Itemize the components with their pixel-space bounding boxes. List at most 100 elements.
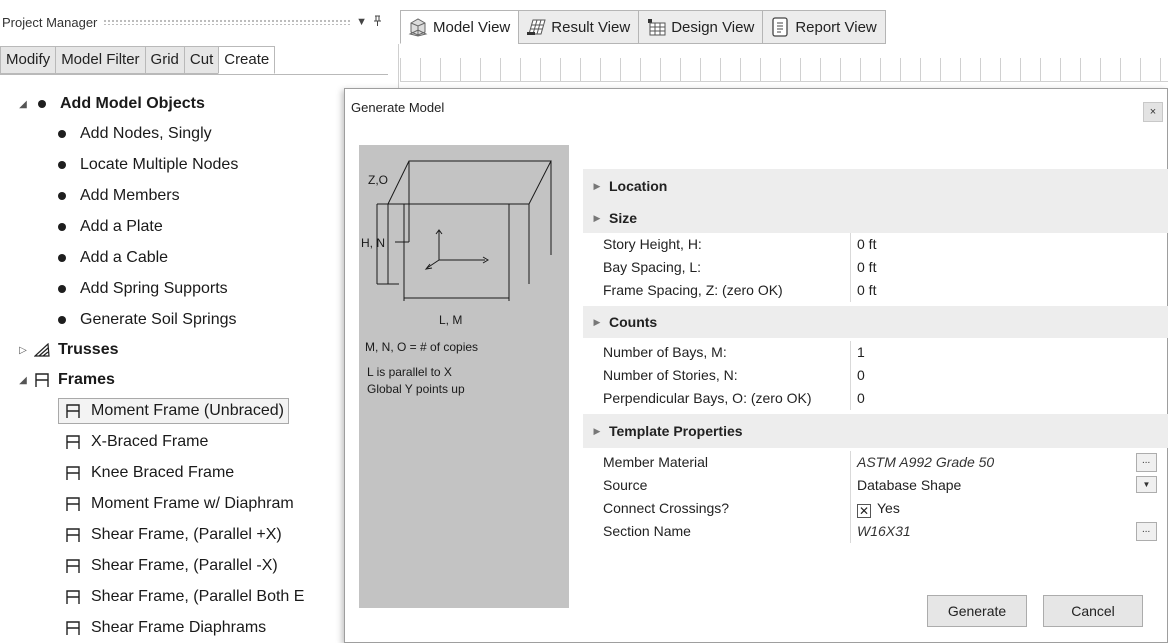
tab-result-view[interactable]: Result View bbox=[518, 10, 640, 44]
tree-item-x-braced-frame[interactable]: X-Braced Frame bbox=[59, 429, 208, 455]
view-ruler bbox=[400, 58, 1168, 82]
chevron-down-icon[interactable]: ▼ bbox=[1136, 476, 1157, 493]
section-template-properties[interactable]: ▶ Template Properties bbox=[583, 414, 1168, 448]
tab-label: Design View bbox=[671, 18, 755, 36]
number-of-bays-field[interactable]: 1 bbox=[851, 341, 1168, 364]
label-hn: H, N bbox=[361, 236, 385, 250]
source-select[interactable]: Database Shape ▼ bbox=[851, 474, 1168, 497]
prop-perpendicular-bays[interactable]: Perpendicular Bays, O: (zero OK) 0 bbox=[583, 387, 1168, 410]
prop-source[interactable]: Source Database Shape ▼ bbox=[583, 474, 1168, 497]
project-manager-tabs: Modify Model Filter Grid Cut Create bbox=[0, 46, 276, 74]
frame-icon bbox=[63, 526, 83, 544]
tree-item-add-members[interactable]: Add Members bbox=[52, 183, 180, 209]
bay-spacing-field[interactable]: 0 ft bbox=[851, 256, 1168, 279]
tree-group-label: Add Model Objects bbox=[60, 95, 205, 112]
collapse-arrow-icon[interactable]: ◢ bbox=[16, 99, 30, 110]
design-view-icon bbox=[645, 17, 667, 37]
generate-model-dialog: Generate Model × Z,O H, N L, M M, N, O =… bbox=[344, 88, 1168, 643]
tree-group-trusses[interactable]: ▷ Trusses bbox=[16, 337, 118, 363]
prop-bay-spacing[interactable]: Bay Spacing, L: 0 ft bbox=[583, 256, 1168, 279]
prop-frame-spacing[interactable]: Frame Spacing, Z: (zero OK) 0 ft bbox=[583, 279, 1168, 302]
tree-item-shear-frame-diaphrams[interactable]: Shear Frame Diaphrams bbox=[59, 615, 266, 641]
tab-cut[interactable]: Cut bbox=[183, 46, 220, 74]
section-name-field[interactable]: W16X31 ... bbox=[851, 520, 1168, 543]
expand-arrow-icon[interactable]: ▷ bbox=[16, 345, 30, 356]
tree-item-moment-frame-unbraced[interactable]: Moment Frame (Unbraced) bbox=[58, 398, 289, 424]
tree-item-shear-frame-parallel-plus-x[interactable]: Shear Frame, (Parallel +X) bbox=[59, 522, 282, 548]
tree-group-label: Frames bbox=[58, 371, 115, 388]
generate-button[interactable]: Generate bbox=[927, 595, 1027, 627]
prop-number-of-bays[interactable]: Number of Bays, M: 1 bbox=[583, 341, 1168, 364]
drag-grip[interactable] bbox=[103, 19, 351, 25]
label-lm: L, M bbox=[439, 313, 463, 327]
tree-item-label: Locate Multiple Nodes bbox=[80, 156, 239, 173]
tree-item-locate-multiple-nodes[interactable]: Locate Multiple Nodes bbox=[52, 152, 238, 178]
expand-arrow-icon[interactable]: ▶ bbox=[585, 181, 609, 192]
bullet-icon bbox=[38, 100, 46, 108]
tree-item-generate-soil-springs[interactable]: Generate Soil Springs bbox=[52, 307, 237, 333]
source-value: Database Shape bbox=[857, 477, 962, 493]
tab-modify[interactable]: Modify bbox=[0, 46, 57, 74]
story-height-field[interactable]: 0 ft bbox=[851, 233, 1168, 256]
tree-item-add-spring-supports[interactable]: Add Spring Supports bbox=[52, 276, 228, 302]
browse-material-button[interactable]: ... bbox=[1136, 453, 1157, 472]
frame-spacing-field[interactable]: 0 ft bbox=[851, 279, 1168, 302]
tab-model-view[interactable]: Model View bbox=[400, 10, 520, 44]
frame-icon bbox=[63, 433, 83, 451]
checkbox-label: Yes bbox=[877, 500, 900, 516]
prop-label: Perpendicular Bays, O: (zero OK) bbox=[583, 387, 851, 410]
diagram-note-parallel: L is parallel to X bbox=[367, 365, 452, 379]
section-counts[interactable]: ▶ Counts bbox=[583, 306, 1168, 338]
connect-crossings-checkbox[interactable]: ✕ bbox=[857, 504, 871, 518]
close-button[interactable]: × bbox=[1143, 102, 1163, 122]
tab-design-view[interactable]: Design View bbox=[638, 10, 764, 44]
collapse-arrow-icon[interactable]: ◢ bbox=[16, 375, 30, 386]
tree-item-label: Add a Cable bbox=[80, 249, 169, 266]
prop-label: Section Name bbox=[583, 520, 851, 543]
tree-item-label: Shear Frame, (Parallel -X) bbox=[91, 557, 278, 574]
tree-item-add-a-cable[interactable]: Add a Cable bbox=[52, 245, 168, 271]
tree-group-frames[interactable]: ◢ Frames bbox=[16, 367, 115, 393]
tree-group-add-model-objects[interactable]: ◢ Add Model Objects bbox=[16, 91, 205, 117]
prop-label: Number of Bays, M: bbox=[583, 341, 851, 364]
panel-dropdown-icon[interactable]: ▼ bbox=[356, 16, 367, 28]
tree-item-knee-braced-frame[interactable]: Knee Braced Frame bbox=[59, 460, 234, 486]
tree-item-add-a-plate[interactable]: Add a Plate bbox=[52, 214, 163, 240]
browse-section-button[interactable]: ... bbox=[1136, 522, 1157, 541]
pin-icon[interactable] bbox=[373, 15, 382, 30]
frame-icon bbox=[63, 402, 83, 420]
tab-model-filter[interactable]: Model Filter bbox=[55, 46, 146, 74]
prop-number-of-stories[interactable]: Number of Stories, N: 0 bbox=[583, 364, 1168, 387]
connect-crossings-field[interactable]: ✕ Yes bbox=[851, 497, 1168, 520]
project-manager-panel: Project Manager ▼ Modify Model Filter Gr… bbox=[0, 0, 388, 643]
section-size[interactable]: ▶ Size bbox=[583, 203, 1168, 233]
bullet-icon bbox=[58, 161, 66, 169]
cancel-button[interactable]: Cancel bbox=[1043, 595, 1143, 627]
tree-item-add-nodes-singly[interactable]: Add Nodes, Singly bbox=[52, 121, 212, 147]
tree-item-shear-frame-parallel-minus-x[interactable]: Shear Frame, (Parallel -X) bbox=[59, 553, 278, 579]
property-grid: ▶ Location ▶ Size Story Height, H: 0 ft … bbox=[583, 169, 1168, 543]
expand-arrow-icon[interactable]: ▶ bbox=[585, 317, 609, 328]
prop-member-material[interactable]: Member Material ASTM A992 Grade 50 ... bbox=[583, 451, 1168, 474]
model-view-icon bbox=[407, 17, 429, 37]
prop-story-height[interactable]: Story Height, H: 0 ft bbox=[583, 233, 1168, 256]
section-location[interactable]: ▶ Location bbox=[583, 169, 1168, 203]
prop-section-name[interactable]: Section Name W16X31 ... bbox=[583, 520, 1168, 543]
tab-grid[interactable]: Grid bbox=[144, 46, 185, 74]
section-label: Counts bbox=[609, 314, 658, 330]
prop-connect-crossings[interactable]: Connect Crossings? ✕ Yes bbox=[583, 497, 1168, 520]
truss-icon bbox=[32, 341, 52, 359]
tree-item-shear-frame-parallel-both[interactable]: Shear Frame, (Parallel Both E bbox=[59, 584, 304, 610]
frame-icon bbox=[63, 495, 83, 513]
prop-label: Bay Spacing, L: bbox=[583, 256, 851, 279]
expand-arrow-icon[interactable]: ▶ bbox=[585, 426, 609, 437]
tab-create[interactable]: Create bbox=[218, 46, 276, 74]
tree-item-label: Add Nodes, Singly bbox=[80, 125, 212, 142]
frame-icon bbox=[63, 588, 83, 606]
member-material-field[interactable]: ASTM A992 Grade 50 ... bbox=[851, 451, 1168, 474]
perpendicular-bays-field[interactable]: 0 bbox=[851, 387, 1168, 410]
expand-arrow-icon[interactable]: ▶ bbox=[585, 213, 609, 224]
number-of-stories-field[interactable]: 0 bbox=[851, 364, 1168, 387]
tree-item-moment-frame-diaphram[interactable]: Moment Frame w/ Diaphram bbox=[59, 491, 294, 517]
tab-report-view[interactable]: Report View bbox=[762, 10, 886, 44]
